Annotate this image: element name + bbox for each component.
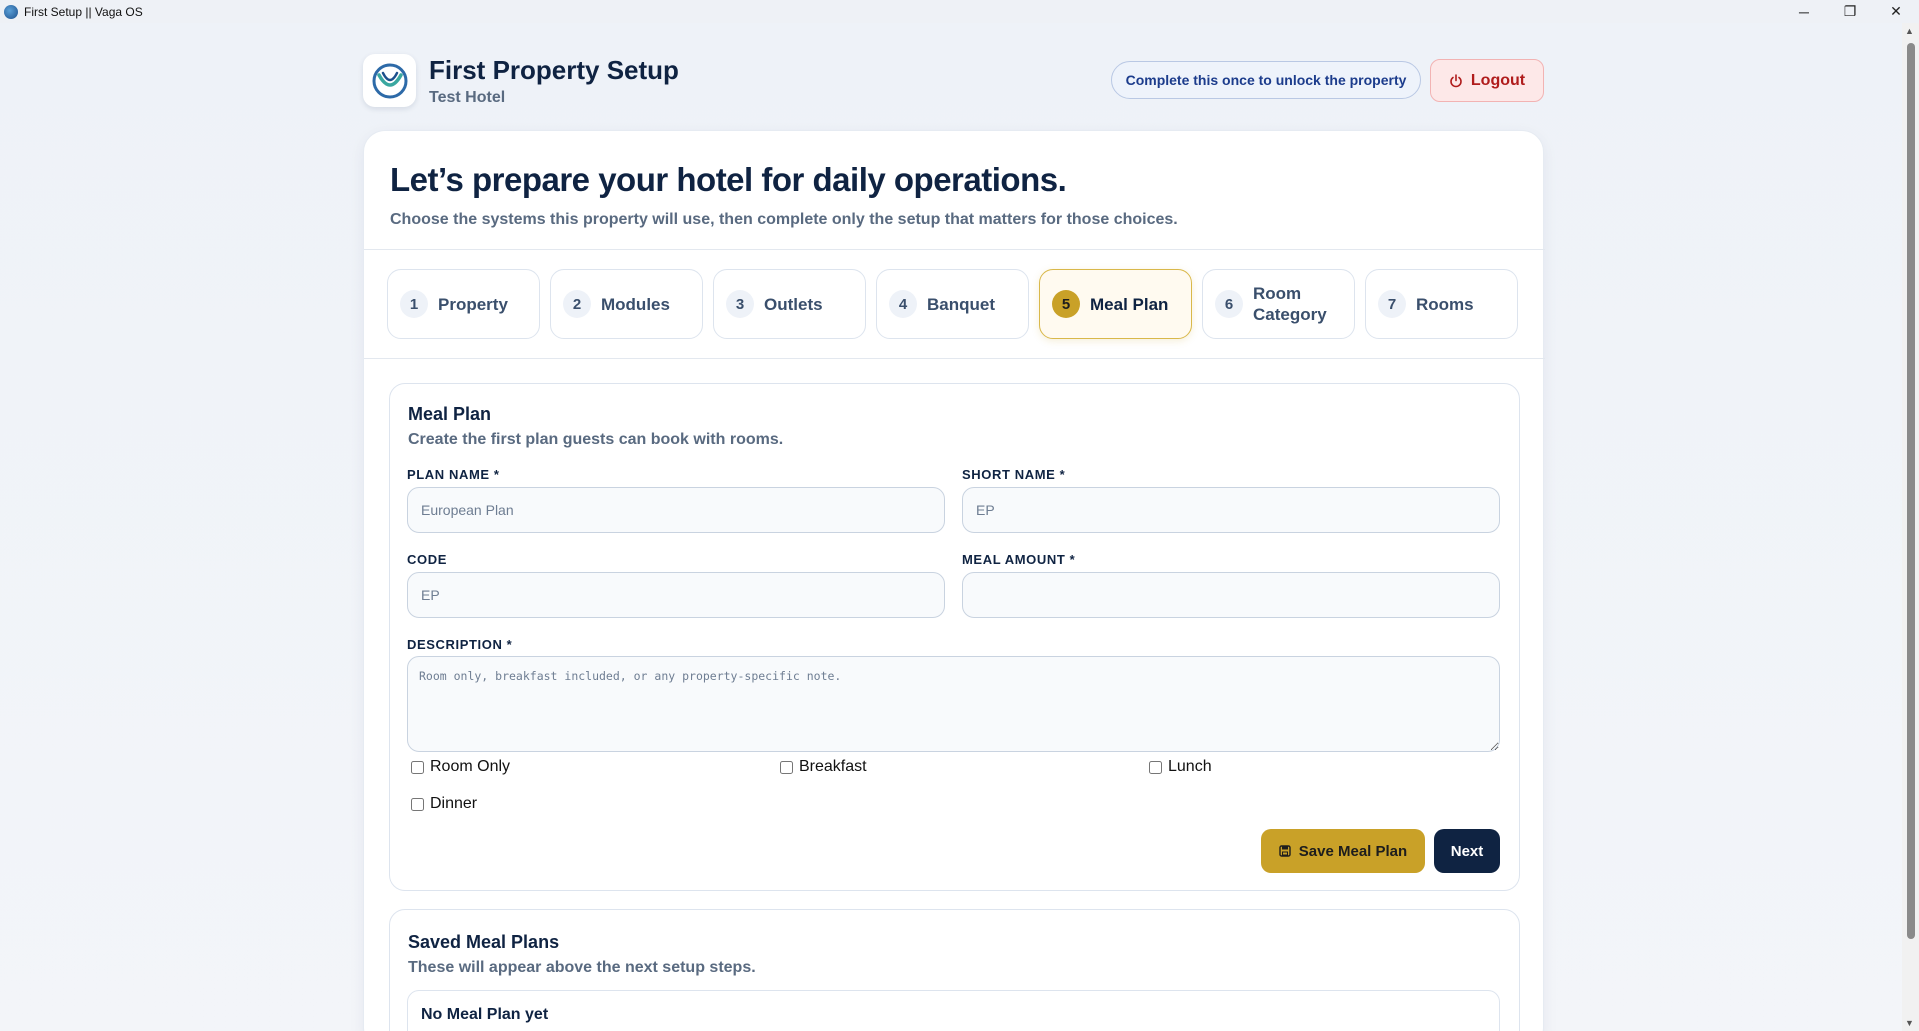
checkbox-label: Room Only: [430, 758, 511, 775]
next-button[interactable]: Next: [1434, 829, 1500, 873]
scrollbar-thumb[interactable]: [1907, 43, 1915, 939]
brand-logo: [363, 54, 416, 107]
form-subtitle: Create the first plan guests can book wi…: [408, 431, 784, 448]
scroll-down-icon[interactable]: ▼: [1905, 1018, 1914, 1028]
form-title: Meal Plan: [408, 404, 492, 424]
description-textarea[interactable]: [407, 656, 1500, 752]
step-label: Property: [438, 294, 508, 314]
meal-plan-form: Meal Plan Create the first plan guests c…: [389, 383, 1520, 891]
checkbox-label: Lunch: [1168, 758, 1212, 775]
save-meal-plan-button[interactable]: Save Meal Plan: [1261, 829, 1425, 873]
step-number: 2: [563, 290, 591, 318]
step-label: Rooms: [1416, 294, 1474, 314]
lunch-checkbox[interactable]: [1149, 760, 1162, 774]
divider: [364, 358, 1545, 359]
room-only-checkbox-row[interactable]: Room Only: [411, 758, 510, 776]
minimize-button[interactable]: ─: [1781, 0, 1827, 23]
plan-name-label: PLAN NAME *: [407, 467, 500, 482]
step-label: Modules: [601, 294, 670, 314]
saved-meal-plans-card: Saved Meal Plans These will appear above…: [389, 909, 1520, 1031]
short-name-input[interactable]: [962, 487, 1500, 533]
setup-steps-nav: 1 Property 2 Modules 3 Outlets 4 Banquet…: [387, 269, 1518, 339]
checkbox-label: Dinner: [430, 795, 478, 812]
step-number: 6: [1215, 290, 1243, 318]
code-label: CODE: [407, 552, 447, 567]
save-icon: [1279, 845, 1291, 857]
page-title: First Property Setup: [429, 55, 679, 85]
short-name-label: SHORT NAME *: [962, 467, 1066, 482]
step-number: 4: [889, 290, 917, 318]
window-controls: ─ ❐ ✕: [1781, 0, 1919, 23]
empty-state: No Meal Plan yet: [407, 990, 1500, 1031]
step-number: 5: [1052, 290, 1080, 318]
vertical-scrollbar[interactable]: ▲ ▼: [1902, 23, 1919, 1031]
room-only-checkbox[interactable]: [411, 760, 424, 774]
step-property[interactable]: 1 Property: [387, 269, 540, 339]
description-label: DESCRIPTION *: [407, 637, 513, 652]
power-icon: [1450, 73, 1462, 87]
hero-description: Choose the systems this property will us…: [390, 211, 1178, 228]
step-rooms[interactable]: 7 Rooms: [1365, 269, 1518, 339]
setup-main-card: Let’s prepare your hotel for daily opera…: [363, 130, 1545, 1031]
code-input[interactable]: [407, 572, 945, 618]
saved-title: Saved Meal Plans: [408, 932, 560, 952]
step-number: 1: [400, 290, 428, 318]
vaga-logo-icon: [372, 63, 407, 98]
checkbox-label: Breakfast: [799, 758, 867, 775]
empty-state-text: No Meal Plan yet: [421, 1006, 549, 1023]
plan-name-input[interactable]: [407, 487, 945, 533]
lunch-checkbox-row[interactable]: Lunch: [1149, 758, 1212, 776]
scroll-up-icon[interactable]: ▲: [1905, 26, 1914, 36]
breakfast-checkbox-row[interactable]: Breakfast: [780, 758, 867, 776]
window-title: First Setup || Vaga OS: [24, 4, 143, 19]
property-name: Test Hotel: [429, 89, 506, 106]
step-label: Room Category: [1253, 284, 1327, 324]
hero-section: Let’s prepare your hotel for daily opera…: [390, 161, 1178, 229]
saved-subtitle: These will appear above the next setup s…: [408, 959, 756, 976]
dinner-checkbox-row[interactable]: Dinner: [411, 795, 477, 813]
step-modules[interactable]: 2 Modules: [550, 269, 703, 339]
dinner-checkbox[interactable]: [411, 797, 424, 811]
step-meal-plan[interactable]: 5 Meal Plan: [1039, 269, 1192, 339]
breakfast-checkbox[interactable]: [780, 760, 793, 774]
step-label: Outlets: [764, 294, 823, 314]
unlock-note-badge: Complete this once to unlock the propert…: [1111, 61, 1421, 99]
step-room-category[interactable]: 6 Room Category: [1202, 269, 1355, 339]
save-label: Save Meal Plan: [1298, 842, 1408, 860]
meal-amount-input[interactable]: [962, 572, 1500, 618]
logout-label: Logout: [1470, 71, 1526, 89]
step-label: Meal Plan: [1090, 294, 1169, 314]
divider: [364, 249, 1545, 250]
meal-amount-label: MEAL AMOUNT *: [962, 552, 1076, 567]
logout-button[interactable]: Logout: [1430, 59, 1544, 102]
close-button[interactable]: ✕: [1873, 0, 1919, 23]
step-label: Banquet: [927, 294, 995, 314]
page-header: First Property Setup Test Hotel Complete…: [363, 54, 1544, 108]
step-banquet[interactable]: 4 Banquet: [876, 269, 1029, 339]
app-logo-icon: [4, 4, 18, 19]
maximize-button[interactable]: ❐: [1827, 0, 1873, 23]
step-outlets[interactable]: 3 Outlets: [713, 269, 866, 339]
hero-heading: Let’s prepare your hotel for daily opera…: [390, 161, 1067, 198]
step-number: 7: [1378, 290, 1406, 318]
window-titlebar: First Setup || Vaga OS ─ ❐ ✕: [0, 0, 1919, 23]
step-number: 3: [726, 290, 754, 318]
